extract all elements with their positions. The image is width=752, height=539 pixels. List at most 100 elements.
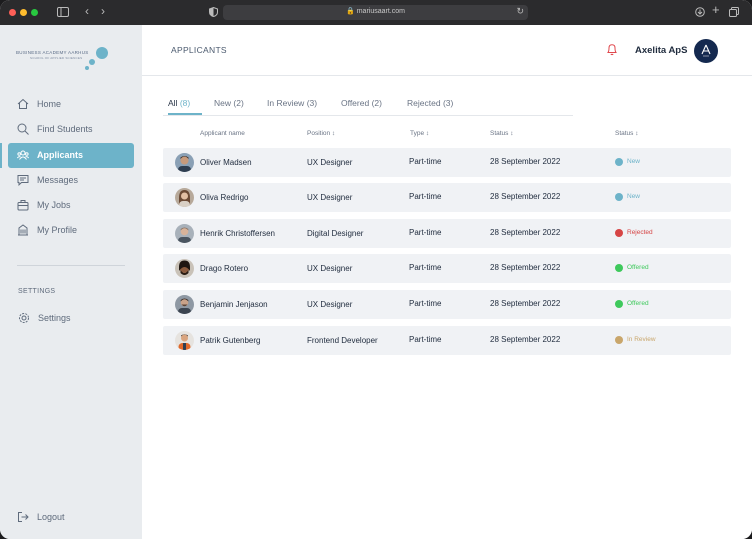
- forward-arrow-icon[interactable]: ›: [101, 5, 105, 17]
- back-arrow-icon[interactable]: ‹: [85, 5, 89, 17]
- logout-button[interactable]: Logout: [8, 505, 134, 530]
- status-dot: [615, 193, 623, 201]
- applicant-date: 28 September 2022: [490, 299, 561, 308]
- column-header-name[interactable]: Applicant name: [200, 130, 245, 137]
- active-indicator: [0, 143, 2, 168]
- status-badge: New: [627, 193, 641, 200]
- bell-icon[interactable]: [606, 43, 618, 56]
- sidebar-item-label: My Jobs: [37, 200, 71, 210]
- main-content: APPLICANTS Axelita ApS All (8) New (2) I…: [142, 25, 752, 539]
- company-avatar[interactable]: [694, 39, 718, 63]
- applicant-date: 28 September 2022: [490, 192, 561, 201]
- sidebar: BUSINESS ACADEMY AARHUS SCHOOL OF APPLIE…: [0, 25, 142, 539]
- logo-circles-icon: [85, 47, 108, 70]
- briefcase-icon: [17, 200, 29, 211]
- sidebar-item-home[interactable]: Home: [8, 92, 134, 117]
- minimize-window-button[interactable]: [20, 9, 27, 16]
- status-badge: New: [627, 158, 641, 165]
- page-header: APPLICANTS Axelita ApS: [142, 25, 752, 76]
- column-header-status[interactable]: Status ↕: [615, 130, 638, 137]
- download-icon[interactable]: [695, 7, 705, 17]
- tab-label: All: [168, 98, 178, 108]
- applicant-date: 28 September 2022: [490, 263, 561, 272]
- sidebar-item-find-students[interactable]: Find Students: [8, 117, 134, 142]
- applicant-type: Part-time: [409, 299, 442, 308]
- logo-text: BUSINESS ACADEMY AARHUS: [16, 50, 89, 55]
- tab-count: (2): [233, 98, 244, 108]
- sidebar-item-label: Messages: [37, 175, 79, 185]
- tab-count: (2): [371, 98, 382, 108]
- table-row[interactable]: Oliver Madsen UX Designer Part-time 28 S…: [163, 148, 731, 177]
- message-icon: [17, 175, 29, 186]
- table-row[interactable]: Drago Rotero UX Designer Part-time 28 Se…: [163, 254, 731, 283]
- tabs-overview-icon[interactable]: [729, 7, 739, 17]
- tab-new[interactable]: New (2): [214, 98, 244, 115]
- tab-label: Offered: [341, 98, 370, 108]
- sidebar-item-label: Find Students: [37, 124, 93, 134]
- column-header-date[interactable]: Status ↕: [490, 130, 513, 137]
- applicant-type: Part-time: [409, 157, 442, 166]
- applicant-position: Frontend Developer: [307, 336, 378, 345]
- applicant-position: UX Designer: [307, 158, 353, 167]
- status-badge: In Review: [627, 336, 656, 343]
- logout-icon: [18, 512, 29, 522]
- logout-label: Logout: [37, 512, 65, 522]
- applicant-date: 28 September 2022: [490, 335, 561, 344]
- company-name[interactable]: Axelita ApS: [635, 45, 687, 56]
- sidebar-item-applicants[interactable]: Applicants: [8, 143, 134, 168]
- sidebar-item-my-profile[interactable]: My Profile: [8, 218, 134, 243]
- new-tab-icon[interactable]: +: [712, 3, 720, 16]
- tab-all[interactable]: All (8): [168, 98, 202, 115]
- home-icon: [17, 98, 29, 109]
- address-bar[interactable]: 🔒 mariusaart.com ↻: [223, 5, 528, 20]
- logo-subtext: SCHOOL OF APPLIED SCIENCES: [30, 56, 83, 60]
- sidebar-item-messages[interactable]: Messages: [8, 168, 134, 193]
- shield-icon[interactable]: [209, 7, 218, 17]
- status-dot: [615, 264, 623, 272]
- applicant-type: Part-time: [409, 335, 442, 344]
- applicant-position: Digital Designer: [307, 229, 364, 238]
- sidebar-divider: [17, 265, 125, 266]
- applicant-position: UX Designer: [307, 193, 353, 202]
- applicant-name[interactable]: Benjamin Jenjason: [200, 300, 268, 309]
- sidebar-item-my-jobs[interactable]: My Jobs: [8, 193, 134, 218]
- applicant-name[interactable]: Oliva Redrigo: [200, 193, 248, 202]
- applicant-name[interactable]: Henrik Christoffersen: [200, 229, 275, 238]
- search-icon: [17, 123, 29, 135]
- tab-rejected[interactable]: Rejected (3): [407, 98, 453, 115]
- table-row[interactable]: Oliva Redrigo UX Designer Part-time 28 S…: [163, 183, 731, 212]
- column-header-position[interactable]: Position ↕: [307, 130, 335, 137]
- status-badge: Rejected: [627, 229, 653, 236]
- applicant-position: UX Designer: [307, 264, 353, 273]
- sidebar-toggle-icon[interactable]: [57, 7, 69, 17]
- avatar: [175, 188, 194, 207]
- table-row[interactable]: Patrik Gutenberg Frontend Developer Part…: [163, 326, 731, 355]
- close-window-button[interactable]: [9, 9, 16, 16]
- avatar: [175, 153, 194, 172]
- applicant-position: UX Designer: [307, 300, 353, 309]
- browser-window: ‹ › 🔒 mariusaart.com ↻ + BUSINESS ACADEM…: [0, 0, 752, 539]
- reload-icon[interactable]: ↻: [516, 6, 524, 17]
- tab-in-review[interactable]: In Review (3): [267, 98, 317, 115]
- lock-icon: 🔒: [346, 8, 355, 15]
- applicant-name[interactable]: Oliver Madsen: [200, 158, 252, 167]
- table-row[interactable]: Henrik Christoffersen Digital Designer P…: [163, 219, 731, 248]
- page-title: APPLICANTS: [171, 45, 227, 55]
- avatar: [175, 259, 194, 278]
- applicant-name[interactable]: Drago Rotero: [200, 264, 248, 273]
- column-header-type[interactable]: Type ↕: [410, 130, 429, 137]
- settings-section-label: SETTINGS: [18, 288, 56, 295]
- maximize-window-button[interactable]: [31, 9, 38, 16]
- company-logo-icon: [701, 44, 711, 57]
- browser-toolbar: ‹ › 🔒 mariusaart.com ↻ +: [0, 0, 752, 25]
- tab-count: (3): [306, 98, 318, 108]
- users-icon: [17, 150, 29, 160]
- sidebar-item-settings[interactable]: Settings: [8, 306, 134, 331]
- tab-offered[interactable]: Offered (2): [341, 98, 382, 115]
- status-dot: [615, 229, 623, 237]
- table-row[interactable]: Benjamin Jenjason UX Designer Part-time …: [163, 290, 731, 319]
- tab-label: Rejected: [407, 98, 441, 108]
- applicant-name[interactable]: Patrik Gutenberg: [200, 336, 260, 345]
- applicant-type: Part-time: [409, 192, 442, 201]
- tab-label: In Review: [267, 98, 305, 108]
